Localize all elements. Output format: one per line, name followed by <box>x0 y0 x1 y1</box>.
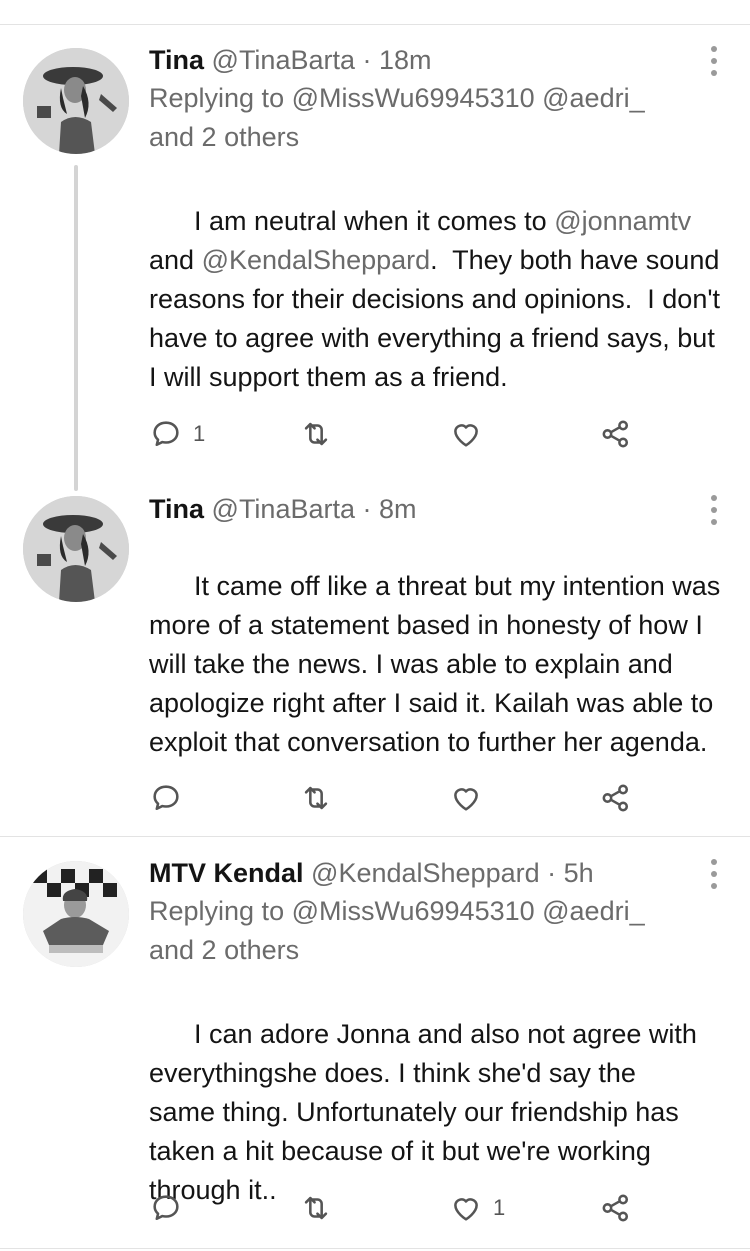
mention-link[interactable]: @KendalSheppard <box>202 245 431 275</box>
timestamp[interactable]: · 8m <box>363 494 417 524</box>
tweet-text: I am neutral when it comes to @jonnamtv … <box>149 206 728 392</box>
avatar-photo <box>23 861 129 967</box>
retweet-button[interactable] <box>299 1188 333 1228</box>
retweet-button[interactable] <box>299 778 333 818</box>
like-button[interactable] <box>449 414 483 454</box>
thread-connector <box>74 165 78 491</box>
tweet-actions <box>149 778 649 818</box>
retweet-button[interactable] <box>299 414 333 454</box>
mention-link[interactable]: @jonnamtv <box>554 206 691 236</box>
display-name[interactable]: Tina <box>149 45 204 75</box>
reply-button[interactable] <box>149 778 193 818</box>
share-icon <box>602 784 629 812</box>
reply-others[interactable]: and 2 others <box>149 122 299 152</box>
share-button[interactable] <box>599 414 633 454</box>
retweet-icon <box>304 422 328 446</box>
avatar[interactable] <box>23 48 129 154</box>
replying-to: Replying to @MissWu69945310 @aedri_ and … <box>149 83 645 152</box>
avatar-photo <box>23 496 129 602</box>
tweet-header: Tina @TinaBarta · 18m <box>149 41 724 79</box>
tweet-actions: 1 <box>149 1188 649 1228</box>
timestamp[interactable]: · 5h <box>547 858 594 888</box>
like-button[interactable] <box>449 778 483 818</box>
timestamp[interactable]: · 18m <box>363 45 432 75</box>
tweet-actions: 1 <box>149 414 649 454</box>
like-count: 1 <box>493 1195 506 1220</box>
avatar[interactable] <box>23 496 129 602</box>
heart-icon <box>454 424 478 447</box>
speech-bubble-icon <box>153 421 179 447</box>
tweet-text: It came off like a threat but my intenti… <box>149 571 728 757</box>
user-handle[interactable]: @TinaBarta <box>212 45 355 75</box>
reply-button[interactable]: 1 <box>149 414 205 454</box>
share-icon <box>602 420 629 448</box>
user-handle[interactable]: @TinaBarta <box>212 494 355 524</box>
user-handle[interactable]: @KendalSheppard <box>311 858 540 888</box>
heart-icon <box>454 788 478 811</box>
speech-bubble-icon <box>153 785 179 811</box>
retweet-icon <box>304 1196 328 1220</box>
display-name[interactable]: Tina <box>149 494 204 524</box>
share-button[interactable] <box>599 778 633 818</box>
retweet-icon <box>304 786 328 810</box>
tweet-header: Tina @TinaBarta · 8m <box>149 490 724 528</box>
reply-count: 1 <box>193 421 206 446</box>
reply-mentions[interactable]: @MissWu69945310 @aedri_ <box>292 896 645 926</box>
speech-bubble-icon <box>153 1195 179 1221</box>
share-icon <box>602 1194 629 1222</box>
heart-icon <box>454 1198 478 1221</box>
tweet-divider <box>0 1248 750 1249</box>
tweet-header: MTV Kendal @KendalSheppard · 5h <box>149 854 724 892</box>
reply-mentions[interactable]: @MissWu69945310 @aedri_ <box>292 83 645 113</box>
avatar[interactable] <box>23 861 129 967</box>
display-name[interactable]: MTV Kendal <box>149 858 304 888</box>
replying-to: Replying to @MissWu69945310 @aedri_ and … <box>149 896 645 965</box>
share-button[interactable] <box>599 1188 633 1228</box>
tweet-divider <box>0 836 750 837</box>
reply-others[interactable]: and 2 others <box>149 935 299 965</box>
like-button[interactable]: 1 <box>449 1188 505 1228</box>
avatar-photo <box>23 48 129 154</box>
reply-button[interactable] <box>149 1188 193 1228</box>
top-divider <box>0 24 750 25</box>
